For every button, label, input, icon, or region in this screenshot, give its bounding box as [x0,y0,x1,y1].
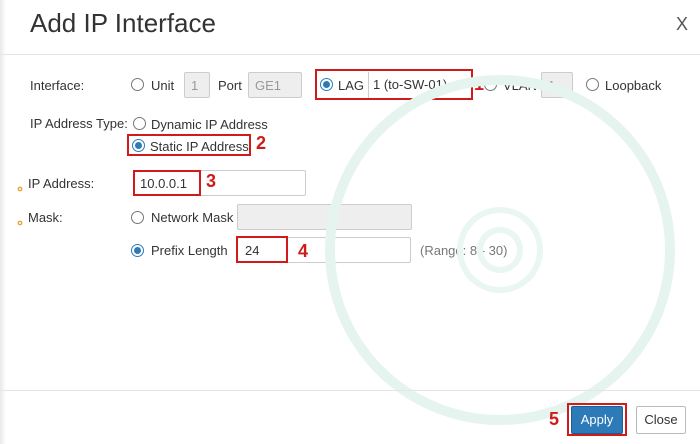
annotation-number-3: 3 [206,171,217,191]
dynamic-ip-radio[interactable] [133,117,146,130]
unit-field[interactable]: 1 [184,72,210,98]
lag-label: LAG [338,78,365,93]
chevron-down-icon [457,76,466,91]
vlan-radio[interactable] [484,78,497,91]
static-ip-radio[interactable] [132,139,145,152]
unit-label: Unit [151,78,175,93]
static-ip-label: Static IP Address [150,139,249,154]
lag-select[interactable]: 1 (to-SW-01) [368,72,470,98]
vlan-field[interactable]: 1 [541,72,573,98]
add-ip-interface-dialog: Add IP Interface X Interface: Unit 1 Por… [0,0,700,444]
range-hint: (Range: 8 - 30) [420,243,508,258]
ip-address-label: IP Address: [28,176,95,191]
vlan-label: VLAN [503,78,537,93]
network-mask-radio[interactable] [131,211,144,224]
close-button[interactable]: Close [636,406,686,434]
loopback-radio[interactable] [586,78,599,91]
apply-button[interactable]: Apply [571,406,623,434]
interface-label: Interface: [30,78,85,93]
prefix-length-radio[interactable] [131,244,144,257]
ip-address-value: 10.0.0.1 [140,176,187,191]
unit-radio[interactable] [131,78,144,91]
port-label: Port [218,78,242,93]
network-mask-field[interactable] [237,204,412,230]
annotation-number-1: 1 [474,74,485,94]
prefix-length-value: 24 [245,243,260,258]
required-icon [16,180,24,192]
annotation-number-4: 4 [298,241,309,261]
prefix-length-label: Prefix Length [151,243,228,258]
lag-radio[interactable] [320,78,333,91]
annotation-number-5: 5 [549,409,560,429]
required-icon [16,214,24,226]
port-field[interactable]: GE1 [248,72,302,98]
close-icon[interactable]: X [676,14,688,35]
dynamic-ip-label: Dynamic IP Address [151,117,268,132]
lag-select-value: 1 (to-SW-01) [373,77,448,92]
footer-divider [0,390,700,391]
header-divider [0,54,700,55]
annotation-box-4 [236,236,288,263]
network-mask-label: Network Mask [151,210,234,225]
loopback-label: Loopback [605,78,662,93]
backdrop-edge [0,0,6,444]
dialog-title: Add IP Interface [30,8,216,38]
mask-label: Mask: [28,210,63,225]
ip-address-type-label: IP Address Type: [30,116,128,131]
annotation-number-2: 2 [256,133,267,153]
